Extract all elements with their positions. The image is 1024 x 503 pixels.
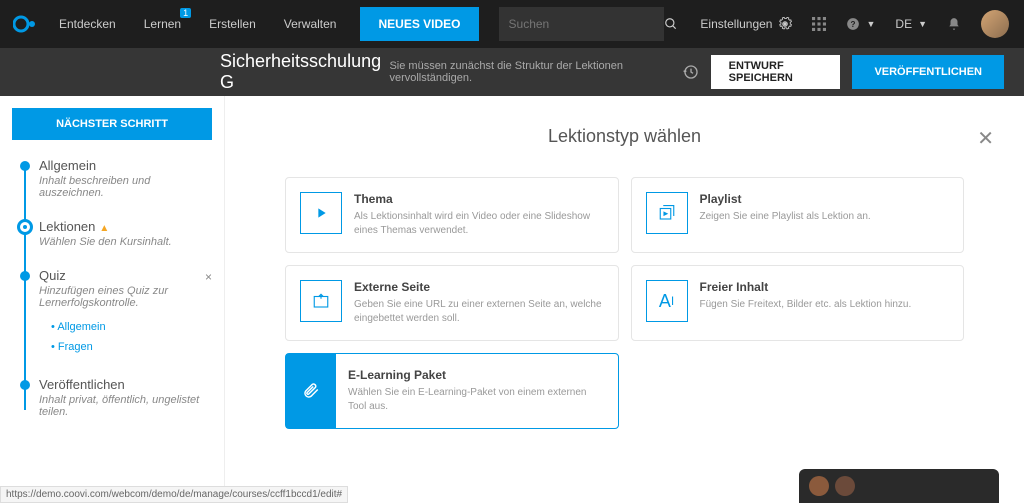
step-quiz[interactable]: × Quiz Hinzufügen eines Quiz zur Lernerf…	[17, 268, 212, 357]
nav: Entdecken Lernen1 Erstellen Verwalten	[45, 0, 350, 48]
card-freier-inhalt[interactable]: AI Freier Inhalt Fügen Sie Freitext, Bild…	[631, 265, 965, 341]
card-title: Externe Seite	[354, 280, 604, 294]
chevron-down-icon: ▼	[866, 19, 875, 29]
nav-discover[interactable]: Entdecken	[45, 0, 130, 48]
search-input[interactable]	[509, 17, 664, 31]
content: ✕ Lektionstyp wählen Thema Als Lektionsin…	[225, 96, 1024, 503]
step-desc: Inhalt privat, öffentlich, ungelistet te…	[39, 394, 212, 418]
nav-learn-badge: 1	[180, 8, 191, 18]
attachment-icon	[286, 354, 336, 428]
card-desc: Zeigen Sie eine Playlist als Lektion an.	[700, 210, 950, 224]
logo[interactable]	[5, 0, 45, 48]
search-box[interactable]	[499, 7, 664, 41]
chat-widget[interactable]	[799, 469, 999, 503]
play-icon	[300, 192, 342, 234]
quiz-sublist: Allgemein Fragen	[51, 317, 212, 357]
apps-icon[interactable]	[812, 17, 826, 31]
subbar: Sicherheitsschulung G Sie müssen zunächs…	[0, 48, 1024, 96]
step-dot	[20, 271, 30, 281]
chevron-down-icon: ▼	[918, 19, 927, 29]
nav-manage[interactable]: Verwalten	[270, 0, 351, 48]
step-title: Allgemein	[39, 158, 212, 173]
card-title: E-Learning Paket	[348, 368, 604, 382]
main: NÄCHSTER SCHRITT Allgemein Inhalt beschr…	[0, 96, 1024, 503]
history-icon[interactable]	[683, 64, 699, 80]
nav-learn-label: Lernen	[144, 17, 181, 31]
lang-label: DE	[895, 17, 912, 31]
card-title: Freier Inhalt	[700, 280, 950, 294]
sub-message: Sie müssen zunächst die Struktur der Lek…	[389, 60, 682, 84]
nav-learn[interactable]: Lernen1	[130, 0, 195, 48]
step-title: Quiz	[39, 268, 212, 283]
nav-create[interactable]: Erstellen	[195, 0, 270, 48]
steps: Allgemein Inhalt beschreiben und auszeic…	[12, 158, 212, 418]
step-title: Veröffentlichen	[39, 377, 212, 392]
svg-text:?: ?	[851, 20, 856, 29]
topbar: Entdecken Lernen1 Erstellen Verwalten NE…	[0, 0, 1024, 48]
card-externe-seite[interactable]: Externe Seite Geben Sie eine URL zu einer…	[285, 265, 619, 341]
gear-icon	[778, 17, 792, 31]
step-dot-active	[17, 219, 33, 235]
course-title: Sicherheitsschulung G	[220, 51, 385, 93]
warning-icon: ▲	[99, 223, 109, 234]
status-bar-url: https://demo.coovi.com/webcom/demo/de/ma…	[0, 486, 348, 503]
card-thema[interactable]: Thema Als Lektionsinhalt wird ein Video o…	[285, 177, 619, 253]
modal-title: Lektionstyp wählen	[285, 126, 964, 147]
step-title-text: Lektionen	[39, 219, 95, 234]
chat-avatar	[835, 476, 855, 496]
card-title: Playlist	[700, 192, 950, 206]
avatar[interactable]	[981, 10, 1009, 38]
card-desc: Fügen Sie Freitext, Bilder etc. als Lekt…	[700, 298, 950, 312]
step-dot	[20, 161, 30, 171]
step-title: Lektionen ▲	[39, 219, 212, 234]
sidebar: NÄCHSTER SCHRITT Allgemein Inhalt beschr…	[0, 96, 225, 503]
close-icon[interactable]: ✕	[977, 126, 994, 151]
settings-link[interactable]: Einstellungen	[700, 17, 792, 31]
step-desc: Inhalt beschreiben und auszeichnen.	[39, 175, 212, 199]
step-desc: Hinzufügen eines Quiz zur Lernerfolgskon…	[39, 285, 212, 309]
topbar-right: Einstellungen ?▼ DE▼	[700, 10, 1024, 38]
lang-selector[interactable]: DE ▼	[895, 17, 927, 31]
card-playlist[interactable]: Playlist Zeigen Sie eine Playlist als Lek…	[631, 177, 965, 253]
step-dot	[20, 380, 30, 390]
card-desc: Als Lektionsinhalt wird ein Video oder e…	[354, 210, 604, 238]
bell-icon[interactable]	[947, 17, 961, 31]
text-icon: AI	[646, 280, 688, 322]
next-step-button[interactable]: NÄCHSTER SCHRITT	[12, 108, 212, 140]
sub-item-fragen[interactable]: Fragen	[51, 337, 212, 357]
save-draft-button[interactable]: ENTWURF SPEICHERN	[711, 55, 841, 89]
cards-grid: Thema Als Lektionsinhalt wird ein Video o…	[285, 177, 964, 429]
card-title: Thema	[354, 192, 604, 206]
card-desc: Wählen Sie ein E-Learning-Paket von eine…	[348, 386, 604, 414]
sub-item-allgemein[interactable]: Allgemein	[51, 317, 212, 337]
card-elearning-paket[interactable]: E-Learning Paket Wählen Sie ein E-Learnin…	[285, 353, 619, 429]
help-icon[interactable]: ?▼	[846, 17, 875, 31]
playlist-icon	[646, 192, 688, 234]
new-video-button[interactable]: NEUES VIDEO	[360, 7, 478, 41]
chat-avatar	[809, 476, 829, 496]
step-desc: Wählen Sie den Kursinhalt.	[39, 236, 212, 248]
card-desc: Geben Sie eine URL zu einer externen Sei…	[354, 298, 604, 326]
step-veroeffentlichen[interactable]: Veröffentlichen Inhalt privat, öffentlic…	[17, 377, 212, 418]
search-icon[interactable]	[664, 17, 678, 31]
step-lektionen[interactable]: Lektionen ▲ Wählen Sie den Kursinhalt.	[17, 219, 212, 248]
publish-button[interactable]: VERÖFFENTLICHEN	[852, 55, 1004, 89]
step-allgemein[interactable]: Allgemein Inhalt beschreiben und auszeic…	[17, 158, 212, 199]
settings-label: Einstellungen	[700, 17, 772, 31]
step-remove-icon[interactable]: ×	[205, 270, 212, 284]
external-icon	[300, 280, 342, 322]
